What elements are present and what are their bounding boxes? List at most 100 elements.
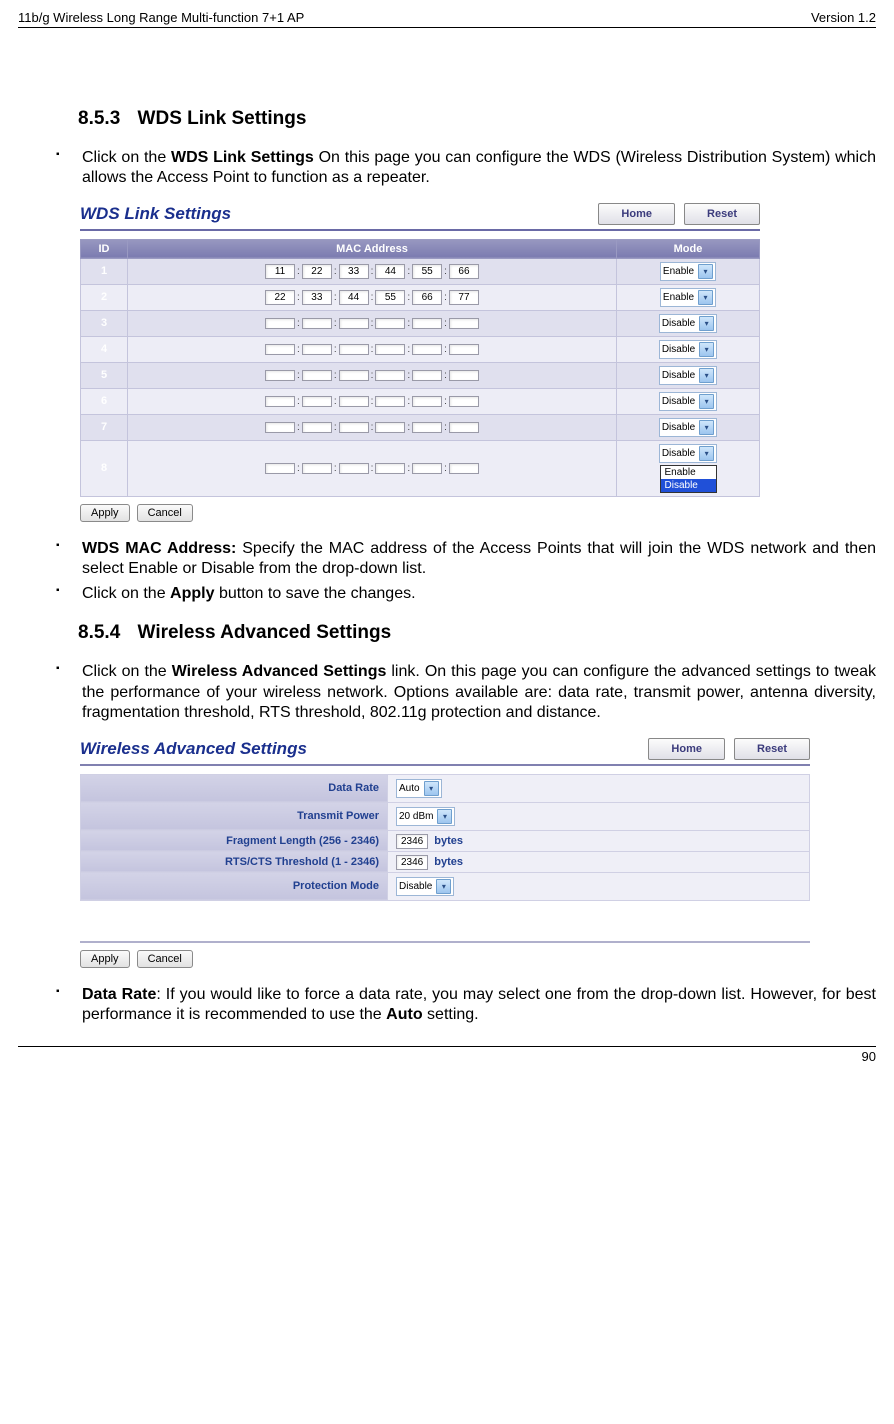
chevron-down-icon: ▾ bbox=[699, 420, 714, 435]
mac-octet-input[interactable] bbox=[302, 422, 332, 433]
mac-octet-input[interactable] bbox=[412, 318, 442, 329]
reset-button[interactable]: Reset bbox=[734, 738, 810, 760]
mode-select[interactable]: Disable▾ bbox=[659, 340, 717, 359]
mac-octet-input[interactable] bbox=[375, 463, 405, 474]
mac-octet-input[interactable]: 44 bbox=[375, 264, 405, 279]
mac-octet-input[interactable] bbox=[339, 463, 369, 474]
mac-octet-input[interactable] bbox=[412, 344, 442, 355]
home-button[interactable]: Home bbox=[648, 738, 725, 760]
mac-octet-input[interactable]: 44 bbox=[339, 290, 369, 305]
mac-octet-input[interactable] bbox=[412, 370, 442, 381]
mac-separator: : bbox=[371, 463, 374, 474]
mac-octet-input[interactable] bbox=[449, 422, 479, 433]
setting-value-cell: 2346bytes bbox=[388, 851, 810, 872]
mac-octet-input[interactable]: 55 bbox=[412, 264, 442, 279]
mac-octet-input[interactable] bbox=[265, 344, 295, 355]
mac-octet-input[interactable] bbox=[302, 396, 332, 407]
row-id: 4 bbox=[81, 336, 128, 362]
mac-octet-input[interactable] bbox=[375, 370, 405, 381]
mac-octet-input[interactable]: 33 bbox=[302, 290, 332, 305]
mac-octet-input[interactable] bbox=[265, 396, 295, 407]
table-row: 3:::::Disable▾ bbox=[81, 310, 760, 336]
mac-octet-input[interactable] bbox=[375, 318, 405, 329]
mac-octet-input[interactable] bbox=[449, 463, 479, 474]
bullet-item: Click on the WDS Link Settings On this p… bbox=[56, 148, 876, 189]
mac-separator: : bbox=[444, 344, 447, 355]
mode-select[interactable]: Disable▾ bbox=[659, 314, 717, 333]
mac-octet-input[interactable]: 66 bbox=[412, 290, 442, 305]
mode-select[interactable]: Enable▾ bbox=[660, 262, 716, 281]
mac-separator: : bbox=[297, 318, 300, 329]
mode-select[interactable]: Disable▾ bbox=[659, 366, 717, 385]
mode-cell: Disable▾ bbox=[617, 388, 760, 414]
mac-octet-input[interactable] bbox=[339, 396, 369, 407]
cancel-button[interactable]: Cancel bbox=[137, 950, 193, 968]
mac-octet-input[interactable]: 11 bbox=[265, 264, 295, 279]
mac-octet-input[interactable] bbox=[339, 422, 369, 433]
mac-octet-input[interactable] bbox=[412, 422, 442, 433]
mac-octet-input[interactable] bbox=[375, 396, 405, 407]
mac-octet-input[interactable] bbox=[339, 370, 369, 381]
mac-octet-input[interactable] bbox=[265, 463, 295, 474]
mac-separator: : bbox=[334, 318, 337, 329]
mac-octet-input[interactable]: 22 bbox=[302, 264, 332, 279]
setting-select[interactable]: Disable▾ bbox=[396, 877, 454, 896]
mode-select[interactable]: Disable▾ bbox=[659, 392, 717, 411]
mac-separator: : bbox=[407, 422, 410, 433]
mac-octet-input[interactable] bbox=[375, 344, 405, 355]
mac-octet-input[interactable]: 22 bbox=[265, 290, 295, 305]
home-button[interactable]: Home bbox=[598, 203, 675, 225]
chevron-down-icon: ▾ bbox=[698, 290, 713, 305]
mac-octet-input[interactable] bbox=[412, 396, 442, 407]
mac-octet-input[interactable] bbox=[339, 318, 369, 329]
reset-button[interactable]: Reset bbox=[684, 203, 760, 225]
mac-octet-input[interactable] bbox=[265, 318, 295, 329]
setting-input[interactable]: 2346 bbox=[396, 834, 428, 849]
mode-select[interactable]: Disable▾ bbox=[659, 418, 717, 437]
mode-select[interactable]: Enable▾ bbox=[660, 288, 716, 307]
mac-octet-input[interactable] bbox=[265, 370, 295, 381]
mac-octet-input[interactable] bbox=[302, 370, 332, 381]
mac-cell: ::::: bbox=[128, 310, 617, 336]
mode-select[interactable]: Disable▾ bbox=[659, 444, 717, 463]
mac-separator: : bbox=[334, 422, 337, 433]
chevron-down-icon: ▾ bbox=[699, 316, 714, 331]
dropdown-option[interactable]: Enable bbox=[661, 466, 716, 479]
mode-cell: Disable▾ bbox=[617, 414, 760, 440]
row-id: 3 bbox=[81, 310, 128, 336]
setting-input[interactable]: 2346 bbox=[396, 855, 428, 870]
mac-octet-input[interactable] bbox=[412, 463, 442, 474]
wds-panel-title: WDS Link Settings bbox=[80, 204, 231, 224]
mac-octet-input[interactable] bbox=[302, 344, 332, 355]
mac-octet-input[interactable] bbox=[375, 422, 405, 433]
mac-octet-input[interactable] bbox=[302, 463, 332, 474]
mac-octet-input[interactable] bbox=[302, 318, 332, 329]
setting-select[interactable]: Auto▾ bbox=[396, 779, 442, 798]
apply-button[interactable]: Apply bbox=[80, 950, 130, 968]
mac-separator: : bbox=[371, 292, 374, 303]
mode-cell: Enable▾ bbox=[617, 258, 760, 284]
dropdown-option[interactable]: Disable bbox=[661, 479, 716, 492]
mac-octet-input[interactable] bbox=[265, 422, 295, 433]
cancel-button[interactable]: Cancel bbox=[137, 504, 193, 522]
mac-octet-input[interactable]: 33 bbox=[339, 264, 369, 279]
mac-separator: : bbox=[407, 370, 410, 381]
mac-octet-input[interactable]: 55 bbox=[375, 290, 405, 305]
chevron-down-icon: ▾ bbox=[698, 264, 713, 279]
col-mode: Mode bbox=[617, 239, 760, 258]
mode-dropdown-list[interactable]: EnableDisable bbox=[660, 465, 717, 493]
wds-screenshot: WDS Link Settings Home Reset ID MAC Addr… bbox=[80, 203, 760, 519]
adv-table: Data RateAuto▾Transmit Power20 dBm▾Fragm… bbox=[80, 774, 810, 901]
mac-octet-input[interactable]: 66 bbox=[449, 264, 479, 279]
setting-label: Fragment Length (256 - 2346) bbox=[81, 830, 388, 851]
adv-panel-title: Wireless Advanced Settings bbox=[80, 739, 307, 759]
mac-octet-input[interactable] bbox=[449, 318, 479, 329]
mac-octet-input[interactable] bbox=[339, 344, 369, 355]
setting-select[interactable]: 20 dBm▾ bbox=[396, 807, 455, 826]
mac-octet-input[interactable]: 77 bbox=[449, 290, 479, 305]
mac-octet-input[interactable] bbox=[449, 344, 479, 355]
mac-octet-input[interactable] bbox=[449, 396, 479, 407]
mac-separator: : bbox=[334, 396, 337, 407]
apply-button[interactable]: Apply bbox=[80, 504, 130, 522]
mac-octet-input[interactable] bbox=[449, 370, 479, 381]
